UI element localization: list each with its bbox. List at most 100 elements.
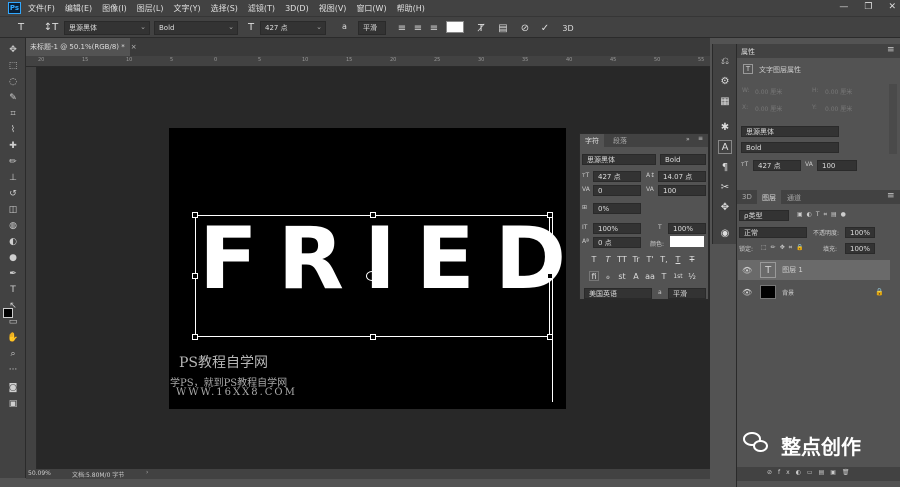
vertical-ruler[interactable]: [26, 67, 37, 469]
align-center-icon[interactable]: ≡: [412, 21, 424, 35]
collapse-panel-icon[interactable]: »: [686, 136, 690, 143]
transform-handle-tl[interactable]: [192, 212, 198, 218]
align-right-icon[interactable]: ≡: [428, 21, 440, 35]
reference-point-icon[interactable]: [366, 271, 378, 281]
ligatures-button[interactable]: fi: [589, 271, 599, 281]
faux-bold-button[interactable]: T: [589, 254, 599, 264]
clone-stamp-tool-icon[interactable]: ⊥: [6, 172, 20, 184]
prop-font-style-select[interactable]: Bold: [741, 142, 839, 153]
menu-file[interactable]: 文件(F): [28, 3, 55, 14]
layer-filter-select[interactable]: ρ类型: [739, 210, 789, 221]
char-leading-field[interactable]: 14.07 点: [658, 171, 706, 182]
history-panel-icon[interactable]: ⎌: [718, 54, 732, 68]
menu-select[interactable]: 选择(S): [211, 3, 238, 14]
blend-mode-select[interactable]: 正常: [739, 227, 807, 238]
more-tools-icon[interactable]: ···: [6, 364, 20, 376]
superscript-button[interactable]: T': [645, 254, 655, 264]
menu-type[interactable]: 文字(Y): [173, 3, 200, 14]
menu-view[interactable]: 视图(V): [319, 3, 347, 14]
char-tracking-field[interactable]: 100: [658, 185, 706, 196]
char-baseline-field[interactable]: 0 点: [593, 237, 641, 248]
fill-field[interactable]: 100%: [845, 243, 875, 254]
paint-bucket-tool-icon[interactable]: ◍: [6, 220, 20, 232]
cancel-edit-icon[interactable]: ⊘: [518, 21, 532, 35]
quick-select-tool-icon[interactable]: ✎: [6, 92, 20, 104]
menu-help[interactable]: 帮助(H): [397, 3, 425, 14]
text-orientation-icon[interactable]: ↕T: [44, 20, 59, 34]
foreground-color-swatch[interactable]: [3, 308, 13, 318]
tool-presets-icon[interactable]: ✂: [718, 180, 732, 194]
menu-filter[interactable]: 滤镜(T): [248, 3, 275, 14]
tab-channels[interactable]: 通道: [787, 193, 801, 203]
transform-handle-tc[interactable]: [370, 212, 376, 218]
paragraph-panel-icon[interactable]: ¶: [718, 160, 732, 174]
maximize-button[interactable]: ❐: [864, 2, 872, 12]
char-font-style-select[interactable]: Bold: [660, 154, 706, 165]
font-family-select[interactable]: 思源黑体 ⌄: [64, 21, 150, 35]
small-caps-button[interactable]: Tr: [631, 254, 641, 264]
create-3d-button[interactable]: 3D: [560, 21, 576, 35]
menu-layer[interactable]: 图层(L): [137, 3, 164, 14]
zoom-tool-icon[interactable]: ⌕: [6, 348, 20, 360]
menu-image[interactable]: 图像(I): [102, 3, 127, 14]
minimize-button[interactable]: —: [839, 2, 848, 12]
brush-settings-icon[interactable]: ✱: [718, 120, 732, 134]
font-style-select[interactable]: Bold ⌄: [154, 21, 238, 35]
y-value[interactable]: 0.00 厘米: [825, 104, 852, 113]
tab-layers[interactable]: 图层: [757, 190, 781, 204]
char-vscale-field[interactable]: 100%: [593, 223, 641, 234]
width-value[interactable]: 0.00 厘米: [755, 87, 782, 96]
status-menu-arrow-icon[interactable]: ›: [146, 469, 148, 476]
dodge-tool-icon[interactable]: ●: [6, 252, 20, 264]
stylistic-alternates-button[interactable]: aa: [645, 271, 655, 281]
marquee-tool-icon[interactable]: ⬚: [6, 60, 20, 72]
crop-tool-icon[interactable]: ⌗: [6, 108, 20, 120]
eye-icon[interactable]: 👁: [742, 288, 752, 297]
healing-brush-tool-icon[interactable]: ✚: [6, 140, 20, 152]
horizontal-ruler[interactable]: 20 15 10 5 0 5 10 15 20 25 30 35 40 45 50 55: [26, 56, 710, 67]
warp-text-icon[interactable]: Ⱦ: [474, 21, 488, 35]
menu-3d[interactable]: 3D(D): [285, 4, 309, 13]
menu-window[interactable]: 窗口(W): [356, 3, 386, 14]
opacity-field[interactable]: 100%: [845, 227, 875, 238]
fractions-button[interactable]: ½: [687, 271, 697, 281]
properties-scrollbar[interactable]: [889, 84, 897, 154]
eye-icon[interactable]: 👁: [742, 266, 752, 275]
blur-tool-icon[interactable]: ◐: [6, 236, 20, 248]
hand-tool-icon[interactable]: ✋: [6, 332, 20, 344]
panel-menu-icon[interactable]: ≡: [887, 45, 895, 55]
height-value[interactable]: 0.00 厘米: [825, 87, 852, 96]
close-tab-icon[interactable]: ×: [131, 43, 137, 51]
align-left-icon[interactable]: ≡: [396, 21, 408, 35]
tab-character[interactable]: 字符: [580, 134, 604, 147]
swatches-panel-icon[interactable]: ▦: [718, 94, 732, 108]
screen-mode-icon[interactable]: ▣: [6, 398, 20, 410]
type-tool-preset-icon[interactable]: T: [14, 20, 28, 34]
subscript-button[interactable]: T,: [659, 254, 669, 264]
menu-edit[interactable]: 编辑(E): [65, 3, 92, 14]
document-tab[interactable]: 未标题-1 @ 50.1%(RGB/8) * ×: [26, 38, 137, 56]
contextual-alternates-button[interactable]: ℴ: [603, 271, 613, 281]
commit-edit-icon[interactable]: ✓: [538, 21, 552, 35]
char-kerning-field[interactable]: 0: [593, 185, 641, 196]
tab-paragraph[interactable]: 段落: [608, 134, 632, 147]
close-button[interactable]: ✕: [888, 2, 896, 12]
text-color-swatch[interactable]: [446, 21, 464, 33]
character-panel-icon[interactable]: A: [718, 140, 732, 154]
prop-size-field[interactable]: 427 点: [753, 160, 801, 171]
eraser-tool-icon[interactable]: ◫: [6, 204, 20, 216]
quick-mask-icon[interactable]: ◙: [6, 382, 20, 394]
ordinals-button[interactable]: 1st: [673, 271, 683, 281]
lock-icons[interactable]: ⬚✏✥⌗🔒: [761, 244, 808, 252]
zoom-level[interactable]: 50.09%: [28, 470, 51, 477]
navigator-panel-icon[interactable]: ✥: [718, 200, 732, 214]
3d-panel-icon[interactable]: ◉: [718, 226, 732, 240]
adjustments-panel-icon[interactable]: ⚙: [718, 74, 732, 88]
lasso-tool-icon[interactable]: ◌: [6, 76, 20, 88]
char-antialias-select[interactable]: 平滑: [668, 288, 706, 299]
tab-properties[interactable]: 属性: [741, 47, 755, 57]
layer-row[interactable]: 👁 背景 🔒: [738, 282, 890, 302]
brush-tool-icon[interactable]: ✏: [6, 156, 20, 168]
language-select[interactable]: 美国英语: [584, 288, 652, 299]
layer-row[interactable]: 👁 T 图层 1: [738, 260, 890, 280]
